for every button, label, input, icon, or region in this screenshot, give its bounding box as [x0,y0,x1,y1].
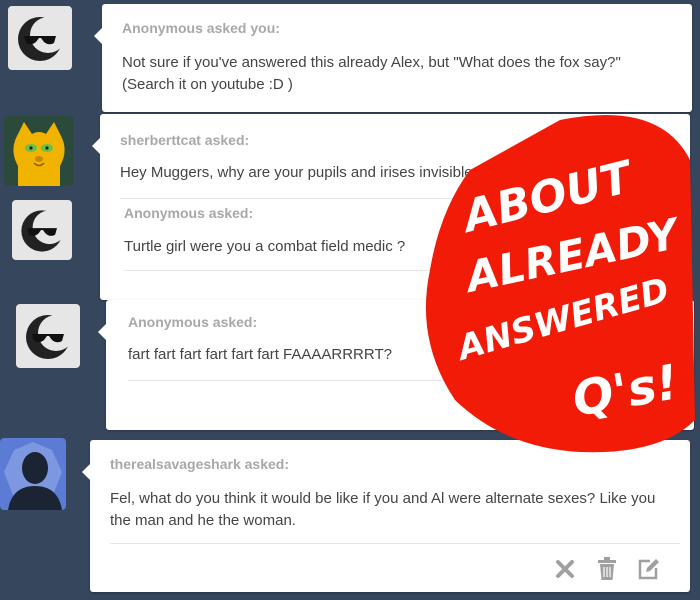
already-answered-stamp: ABOUT ALREADY ANSWERED Q's! [425,115,695,453]
